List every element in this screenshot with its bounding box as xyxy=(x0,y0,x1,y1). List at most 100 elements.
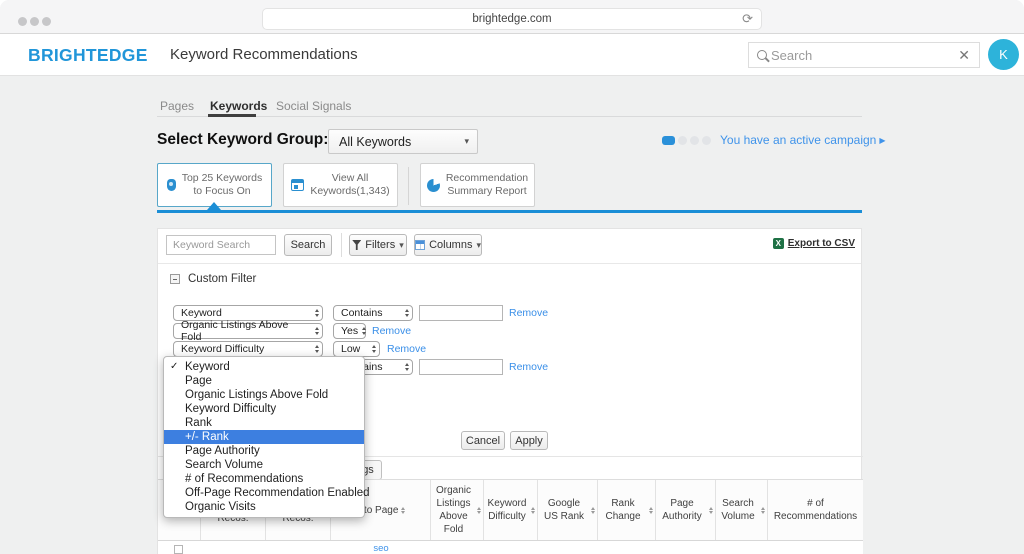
chevron-down-icon: ▾ xyxy=(464,136,469,147)
sort-icon[interactable] xyxy=(761,507,765,514)
global-search-input[interactable] xyxy=(771,48,949,63)
tab-pages[interactable]: Pages xyxy=(160,99,194,113)
sort-icon[interactable] xyxy=(531,507,535,514)
menu-item-plus-minus-rank[interactable]: +/- Rank xyxy=(164,430,364,444)
search-button[interactable]: Search xyxy=(284,234,332,256)
campaign-link[interactable]: You have an active campaign xyxy=(720,133,876,147)
menu-item-page-authority[interactable]: Page Authority xyxy=(164,444,364,458)
menu-item-keyword[interactable]: ✓ Keyword xyxy=(164,360,364,374)
column-header-keyword-difficulty[interactable]: Keyword Difficulty xyxy=(484,480,538,540)
filter-field-value: Keyword xyxy=(181,307,222,319)
active-campaign-banner[interactable]: You have an active campaign ▶ xyxy=(662,133,886,147)
chevron-down-icon: ▾ xyxy=(476,240,481,251)
window-minimize-button[interactable] xyxy=(30,17,39,26)
menu-item-label: Page Authority xyxy=(185,445,260,457)
stepper-icon xyxy=(405,363,409,371)
menu-item-organic-listings[interactable]: Organic Listings Above Fold xyxy=(164,388,364,402)
close-icon[interactable]: ✕ xyxy=(949,47,979,64)
column-header-google-us-rank[interactable]: Google US Rank xyxy=(538,480,598,540)
card-recommendation-summary[interactable]: Recommendation Summary Report xyxy=(420,163,535,207)
card-top-25-keywords[interactable]: Top 25 Keywords to Focus On xyxy=(157,163,272,207)
remove-filter-link[interactable]: Remove xyxy=(372,323,411,339)
filter-operator-value: Yes xyxy=(341,325,358,337)
filter-value-input[interactable] xyxy=(419,305,503,321)
menu-item-search-volume[interactable]: Search Volume xyxy=(164,458,364,472)
app-header: BRIGHTEDGE Keyword Recommendations ✕ K xyxy=(0,34,1024,76)
avatar[interactable]: K xyxy=(988,39,1019,70)
keyword-group-select[interactable]: All Keywords ▾ xyxy=(328,129,478,154)
url-bar[interactable]: brightedge.com ⟳ xyxy=(262,8,762,30)
window-controls xyxy=(18,17,51,26)
column-label: Rank Change xyxy=(600,497,646,523)
keyword-search-input[interactable] xyxy=(166,235,276,255)
column-header-page-authority[interactable]: Page Authority xyxy=(656,480,716,540)
sort-icon[interactable] xyxy=(401,507,405,514)
custom-filter-toggle[interactable]: Custom Filter xyxy=(170,273,256,285)
stepper-icon xyxy=(362,327,366,335)
filters-label: Filters xyxy=(365,239,395,251)
remove-filter-link[interactable]: Remove xyxy=(509,305,548,321)
menu-item-organic-visits[interactable]: Organic Visits xyxy=(164,500,364,514)
campaign-progress-pill xyxy=(662,136,675,145)
menu-item-rank[interactable]: Rank xyxy=(164,416,364,430)
arrow-right-icon: ▶ xyxy=(879,136,885,145)
stepper-icon xyxy=(315,309,319,317)
column-label: Google US Rank xyxy=(540,497,588,523)
collapse-icon[interactable] xyxy=(170,274,180,284)
keyword-group-label: Select Keyword Group: xyxy=(157,131,328,149)
table-cell-page-link[interactable]: seo xyxy=(331,543,431,554)
card-label: to Focus On xyxy=(193,185,250,197)
apply-button[interactable]: Apply xyxy=(510,431,548,450)
remove-filter-link[interactable]: Remove xyxy=(387,341,426,357)
column-header-num-recommendations[interactable]: # of Recommendations xyxy=(768,480,863,540)
campaign-progress-dot xyxy=(690,136,699,145)
menu-item-num-recommendations[interactable]: # of Recommendations xyxy=(164,472,364,486)
sort-icon[interactable] xyxy=(649,507,653,514)
check-icon: ✓ xyxy=(170,360,178,374)
filter-value-input[interactable] xyxy=(419,359,503,375)
cancel-button[interactable]: Cancel xyxy=(461,431,505,450)
filters-button[interactable]: Filters ▾ xyxy=(349,234,407,256)
card-label: Keywords(1,343) xyxy=(310,185,389,197)
menu-item-label: Organic Visits xyxy=(185,501,256,513)
filter-field-dropdown-menu: ✓ Keyword Page Organic Listings Above Fo… xyxy=(163,356,365,518)
column-header-rank-change[interactable]: Rank Change xyxy=(598,480,656,540)
menu-item-page[interactable]: Page xyxy=(164,374,364,388)
global-search-field[interactable]: ✕ xyxy=(748,42,980,68)
filter-operator-select[interactable]: Low xyxy=(333,341,380,357)
column-label: Organic Listings Above Fold xyxy=(433,484,474,536)
window-zoom-button[interactable] xyxy=(42,17,51,26)
menu-item-label: Search Volume xyxy=(185,459,263,471)
column-header-search-volume[interactable]: Search Volume xyxy=(716,480,768,540)
browser-chrome: brightedge.com ⟳ xyxy=(0,0,1024,34)
stepper-icon xyxy=(315,327,319,335)
keyword-group-value: All Keywords xyxy=(339,135,464,149)
export-to-csv-link[interactable]: X Export to CSV xyxy=(773,238,855,249)
card-view-all-keywords[interactable]: View All Keywords(1,343) xyxy=(283,163,398,207)
sort-icon[interactable] xyxy=(591,507,595,514)
menu-item-offpage-recommendation-enabled[interactable]: Off-Page Recommendation Enabled xyxy=(164,486,364,500)
column-label: Page Authority xyxy=(658,497,706,523)
column-header-organic-listings[interactable]: Organic Listings Above Fold xyxy=(431,480,484,540)
columns-button[interactable]: Columns ▾ xyxy=(414,234,482,256)
filter-operator-select[interactable]: Contains xyxy=(333,305,413,321)
sort-icon[interactable] xyxy=(477,507,481,514)
filter-field-select[interactable]: Keyword Difficulty xyxy=(173,341,323,357)
tabs-divider xyxy=(157,116,862,117)
reload-icon[interactable]: ⟳ xyxy=(742,11,753,27)
sort-icon[interactable] xyxy=(709,507,713,514)
page-title: Keyword Recommendations xyxy=(170,34,358,76)
filter-operator-select[interactable]: Yes xyxy=(333,323,366,339)
filter-row: Keyword Difficulty Low Remove xyxy=(158,341,861,357)
stepper-icon xyxy=(372,345,376,353)
card-divider xyxy=(408,167,409,205)
stepper-icon xyxy=(315,345,319,353)
filter-field-select[interactable]: Organic Listings Above Fold xyxy=(173,323,323,339)
tab-social-signals[interactable]: Social Signals xyxy=(276,99,351,113)
window-close-button[interactable] xyxy=(18,17,27,26)
row-checkbox[interactable] xyxy=(174,545,183,554)
menu-item-keyword-difficulty[interactable]: Keyword Difficulty xyxy=(164,402,364,416)
tab-keywords[interactable]: Keywords xyxy=(210,99,267,113)
remove-filter-link[interactable]: Remove xyxy=(509,359,548,375)
card-label: View All xyxy=(332,172,369,184)
